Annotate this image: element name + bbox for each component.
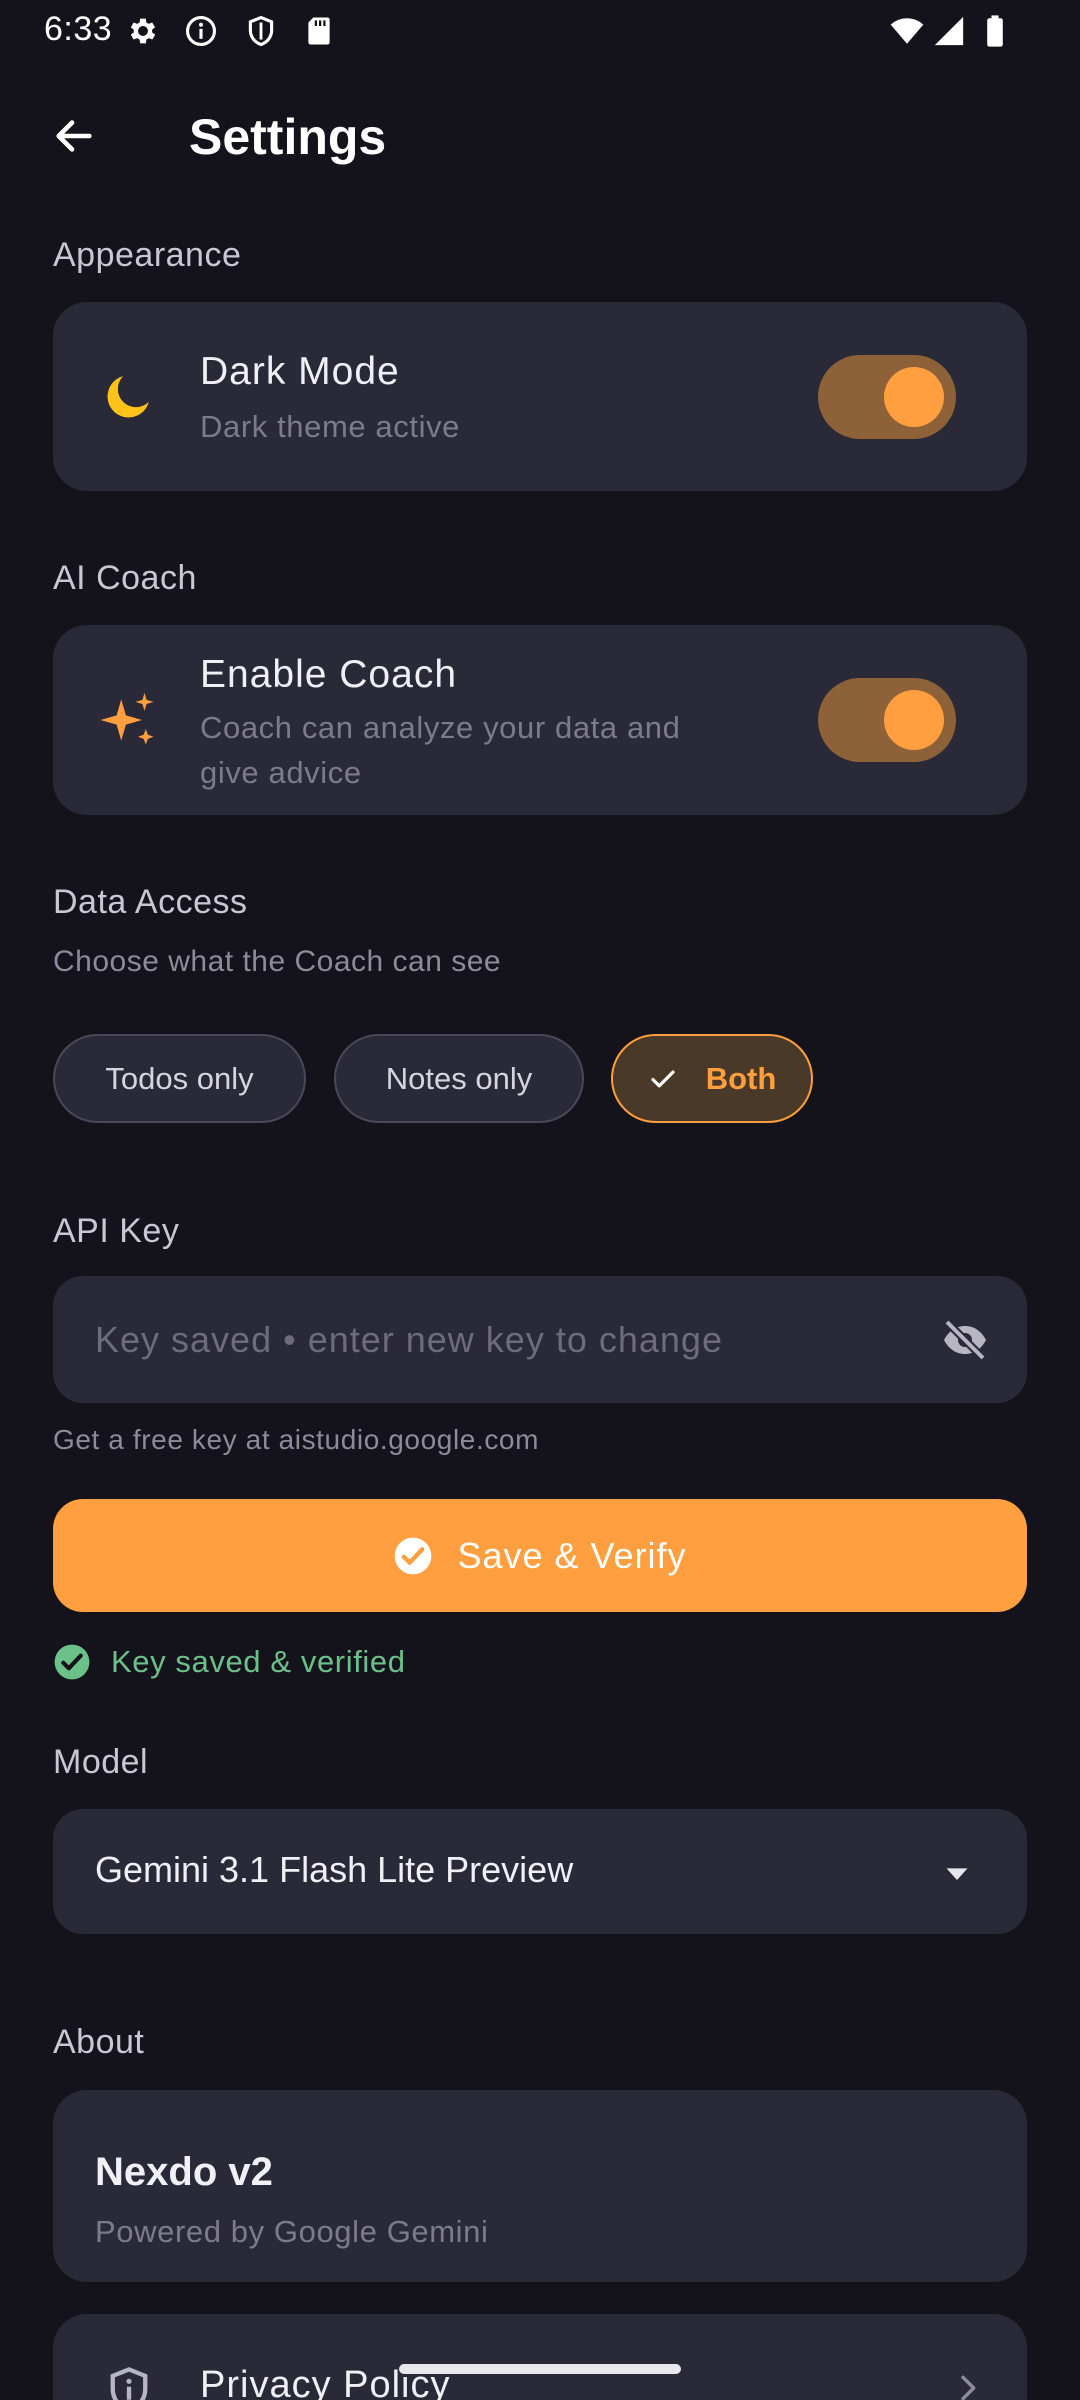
enable-coach-card: Enable Coach Coach can analyze your data… [53, 625, 1027, 815]
sd-card-icon [302, 14, 336, 48]
wifi-icon [890, 14, 924, 48]
section-model: Model [53, 1743, 149, 1781]
privacy-policy-card[interactable]: Privacy Policy [53, 2314, 1027, 2400]
moon-icon [97, 364, 161, 428]
dark-mode-title: Dark Mode [200, 350, 400, 393]
section-api-key: API Key [53, 1212, 180, 1250]
chip-both[interactable]: Both [611, 1034, 813, 1123]
section-about: About [53, 2023, 145, 2061]
save-verify-button[interactable]: Save & Verify [53, 1499, 1027, 1612]
dark-mode-subtitle: Dark theme active [200, 409, 461, 444]
check-circle-icon [395, 1537, 432, 1574]
data-access-subtitle: Choose what the Coach can see [53, 945, 502, 978]
powered-by: Powered by Google Gemini [95, 2214, 489, 2249]
shield-info-icon [97, 2358, 161, 2400]
toggle-knob [884, 367, 944, 427]
home-indicator[interactable] [399, 2364, 681, 2374]
status-time: 6:33 [44, 10, 113, 48]
section-data-access: Data Access [53, 883, 248, 921]
save-verify-label: Save & Verify [457, 1534, 687, 1576]
dark-mode-card: Dark Mode Dark theme active [53, 302, 1027, 491]
api-key-input[interactable] [95, 1276, 915, 1403]
chip-label: Todos only [105, 1060, 254, 1096]
info-icon [184, 14, 218, 48]
about-card: Nexdo v2 Powered by Google Gemini [53, 2090, 1027, 2282]
section-ai-coach: AI Coach [53, 559, 197, 597]
check-circle-icon [54, 1644, 90, 1680]
app-name: Nexdo v2 [95, 2150, 273, 2194]
api-key-status: Key saved & verified [53, 1642, 406, 1682]
battery-icon [978, 14, 1012, 48]
gear-icon [126, 14, 160, 48]
dark-mode-toggle[interactable] [818, 355, 956, 439]
model-selected-value: Gemini 3.1 Flash Lite Preview [95, 1849, 574, 1890]
enable-coach-subtitle-line2: give advice [200, 755, 362, 790]
eye-off-icon[interactable] [933, 1308, 997, 1372]
enable-coach-title: Enable Coach [200, 653, 458, 696]
check-icon [648, 1063, 680, 1095]
chip-notes-only[interactable]: Notes only [334, 1034, 584, 1123]
api-key-helper: Get a free key at aistudio.google.com [53, 1424, 540, 1455]
status-bar: 6:33 [0, 0, 1080, 64]
settings-screen: 6:33 Settings Appearance Dark Mode Dark … [0, 0, 1080, 2400]
chip-todos-only[interactable]: Todos only [53, 1034, 306, 1123]
toggle-knob [884, 690, 944, 750]
dropdown-arrow-icon [943, 1859, 971, 1887]
api-key-status-text: Key saved & verified [111, 1644, 406, 1679]
chip-label: Notes only [385, 1060, 533, 1096]
section-appearance: Appearance [53, 236, 242, 274]
chevron-right-icon [949, 2370, 985, 2400]
page-title: Settings [189, 109, 387, 165]
chip-label: Both [705, 1060, 777, 1096]
arrow-back-icon [56, 120, 92, 152]
signal-icon [932, 14, 966, 48]
enable-coach-toggle[interactable] [818, 678, 956, 762]
back-button[interactable] [38, 100, 110, 172]
enable-coach-subtitle-line1: Coach can analyze your data and [200, 710, 681, 745]
shield-icon [244, 14, 278, 48]
sparkles-icon [97, 688, 161, 752]
model-dropdown[interactable]: Gemini 3.1 Flash Lite Preview [53, 1809, 1027, 1934]
api-key-field[interactable] [53, 1276, 1027, 1403]
